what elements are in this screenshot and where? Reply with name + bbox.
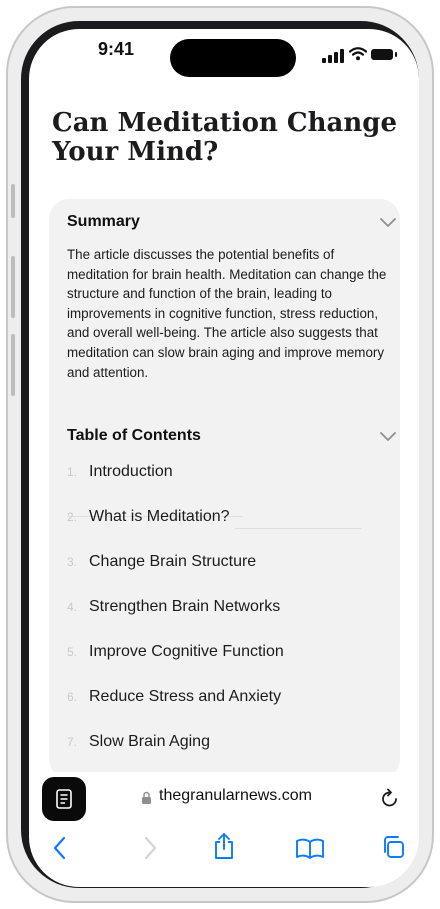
toc-item-number: 6. — [67, 690, 78, 704]
action-button — [11, 184, 15, 218]
volume-down-button — [11, 334, 15, 396]
forward-icon[interactable] — [141, 835, 159, 861]
toc-item[interactable]: 4. Strengthen Brain Networks — [67, 595, 397, 640]
toc-item[interactable]: 2. What is Meditation? — [67, 505, 397, 550]
battery-icon — [371, 49, 397, 60]
wifi-icon — [349, 47, 367, 61]
toc-item-number: 7. — [67, 735, 78, 749]
toc-item-label: Introduction — [89, 463, 173, 480]
divider — [235, 528, 361, 529]
status-time: 9:41 — [97, 39, 135, 59]
phone-frame: 9:41 Can Meditation Change Your Mind? Su… — [6, 6, 434, 903]
dynamic-island — [170, 39, 296, 77]
toc-item-number: 2. — [67, 510, 78, 524]
article-title: Can Meditation Change Your Mind? — [52, 108, 397, 167]
summary-text: The article discusses the potential bene… — [67, 247, 387, 380]
chevron-down-icon[interactable] — [379, 217, 397, 228]
toc-item-label: Reduce Stress and Anxiety — [89, 688, 282, 705]
toc-list: 1. Introduction 2. What is Meditation? 3. C… — [67, 460, 397, 775]
share-icon[interactable] — [212, 831, 236, 861]
toc-item[interactable]: 5. Improve Cognitive Function — [67, 640, 397, 685]
url-text[interactable]: thegranularnews.com — [159, 787, 312, 805]
toc-item-label: Change Brain Structure — [89, 553, 257, 570]
summary-heading[interactable]: Summary — [67, 213, 140, 231]
toc-item-label: Improve Cognitive Function — [89, 643, 284, 660]
toc-item-number: 5. — [67, 645, 78, 659]
toc-item[interactable]: 6. Reduce Stress and Anxiety — [67, 685, 397, 730]
toc-item-number: 4. — [67, 600, 78, 614]
reader-icon — [56, 789, 72, 809]
toc-item-number: 3. — [67, 555, 78, 569]
toc-item[interactable]: 1. Introduction — [67, 460, 397, 517]
toc-item[interactable]: 7. Slow Brain Aging — [67, 730, 397, 775]
toc-item-label: Slow Brain Aging — [89, 733, 210, 750]
volume-up-button — [11, 256, 15, 318]
toc-item-label: Strengthen Brain Networks — [89, 598, 281, 615]
reload-icon[interactable] — [380, 787, 400, 809]
toc-heading[interactable]: Table of Contents — [67, 427, 201, 445]
tabs-icon[interactable] — [380, 834, 406, 860]
toc-item[interactable]: 3. Change Brain Structure — [67, 550, 397, 595]
bookmarks-icon[interactable] — [295, 837, 325, 859]
back-icon[interactable] — [51, 835, 69, 861]
chevron-down-icon[interactable] — [379, 431, 397, 442]
reader-button[interactable] — [42, 777, 86, 821]
signal-icon — [322, 49, 344, 63]
toc-item-number: 1. — [67, 465, 78, 479]
lock-icon — [142, 791, 151, 804]
screen: 9:41 Can Meditation Change Your Mind? Su… — [29, 29, 419, 887]
toc-item-label: What is Meditation? — [89, 508, 230, 525]
